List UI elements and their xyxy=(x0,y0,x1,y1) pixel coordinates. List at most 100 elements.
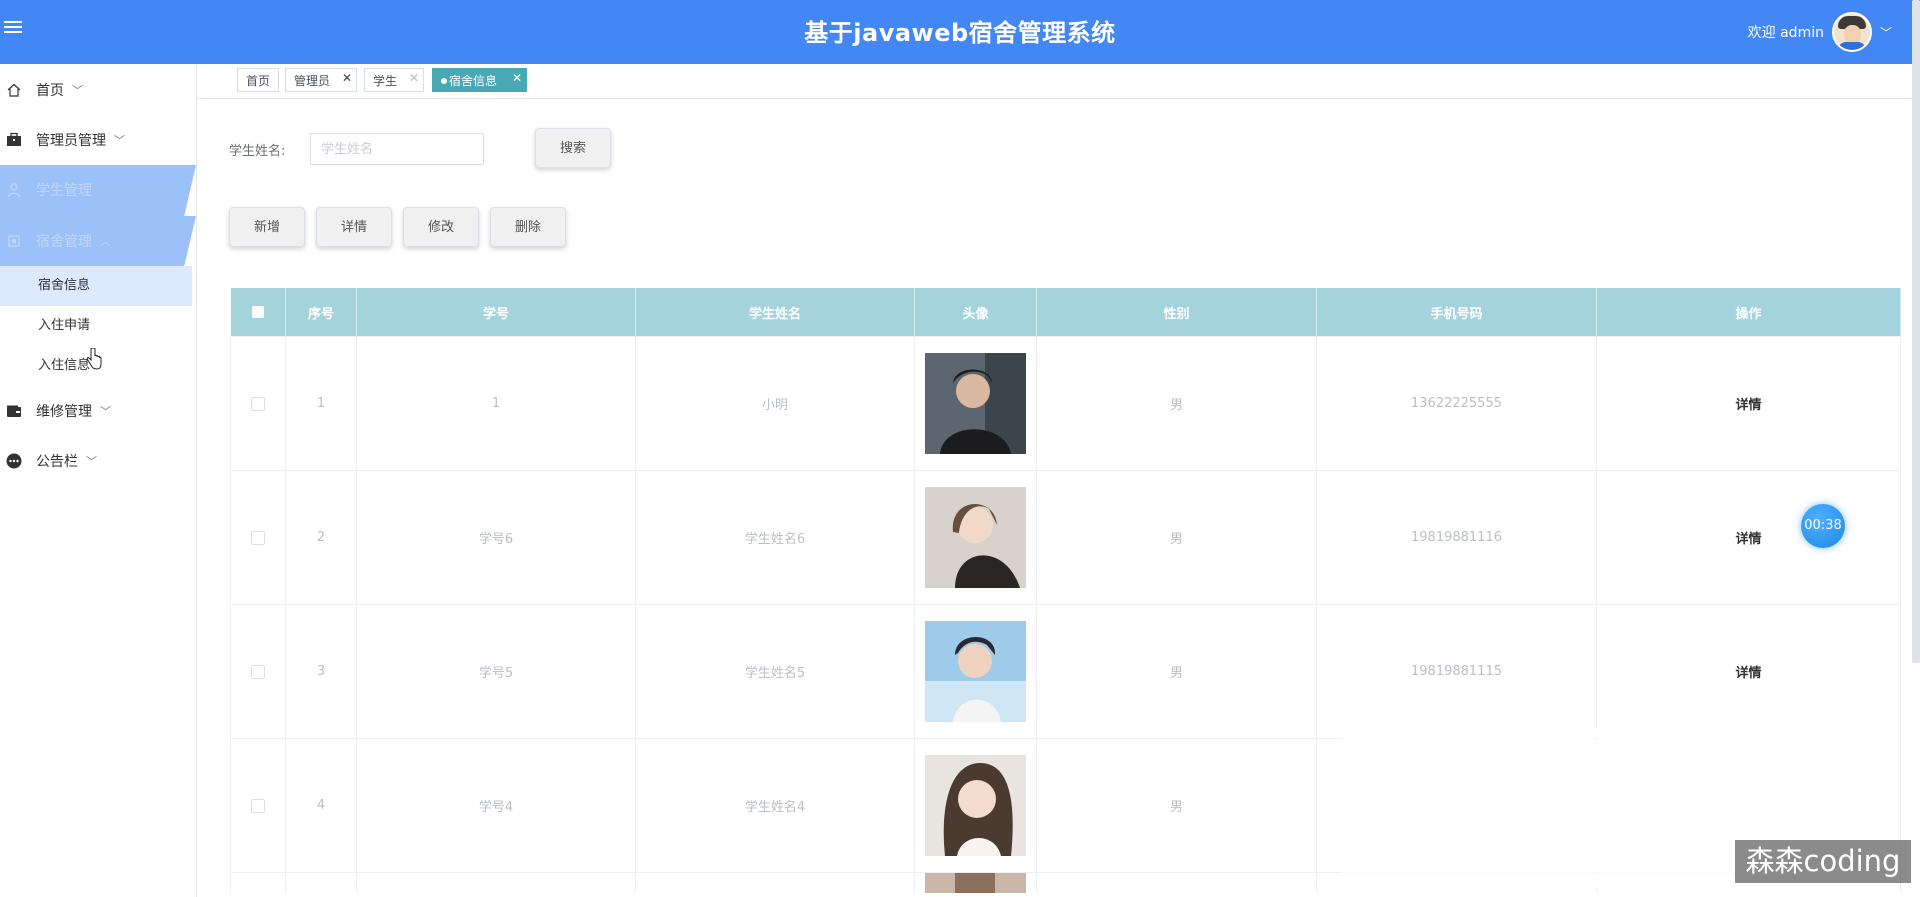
column-header-student-no[interactable]: 学号 xyxy=(356,288,636,337)
add-button[interactable]: 新增 xyxy=(229,207,305,247)
tab-admin[interactable]: 管理员 ✕ xyxy=(285,68,357,92)
cell-student-no: 1 xyxy=(356,336,636,471)
sidebar-item-label: 宿舍管理 xyxy=(36,234,92,250)
table-row: 2 学号6 学生姓名6 男 19819881116 详情 xyxy=(230,470,1901,605)
chevron-down-icon: ﹀ xyxy=(72,84,83,97)
cell-gender: 男 xyxy=(1036,336,1317,471)
wallet-icon xyxy=(6,403,22,419)
close-icon[interactable]: ✕ xyxy=(342,66,352,90)
more-icon xyxy=(6,453,22,469)
cell-name: 小明 xyxy=(635,336,915,471)
column-header-actions[interactable]: 操作 xyxy=(1596,288,1901,337)
cell-student-no: 学号6 xyxy=(356,470,636,605)
detail-button[interactable]: 详情 xyxy=(316,207,392,247)
submenu-item-checkin-apply[interactable]: 入住申请 xyxy=(0,306,192,346)
user-menu[interactable]: 欢迎 admin ﹀ xyxy=(1748,8,1892,56)
sidebar-item-admin[interactable]: 管理员管理 ﹀ xyxy=(0,115,196,165)
cell-name: 学生姓名6 xyxy=(635,470,915,605)
sidebar-item-label: 首页 xyxy=(36,83,64,99)
sidebar-item-notice[interactable]: 公告栏 ﹀ xyxy=(0,436,196,486)
watermark: 森森coding xyxy=(1735,840,1911,883)
row-checkbox[interactable] xyxy=(251,396,265,411)
row-checkbox[interactable] xyxy=(251,530,265,545)
tags-view: 首页 管理员 ✕ 学生 ✕ 宿舍信息 ✕ xyxy=(197,64,1912,99)
edit-button[interactable]: 修改 xyxy=(403,207,479,247)
cell-avatar xyxy=(914,604,1037,739)
student-photo[interactable] xyxy=(925,621,1026,722)
sidebar-item-dorm[interactable]: 宿舍管理 ︿ xyxy=(0,216,196,266)
hand-pointer-icon xyxy=(86,348,102,370)
row-detail-link[interactable]: 详情 xyxy=(1735,398,1761,413)
sidebar-item-students[interactable]: 学生管理 xyxy=(0,165,196,215)
chevron-up-icon: ︿ xyxy=(100,235,111,248)
page-scrollbar[interactable] xyxy=(1912,0,1920,663)
cell-phone: 13622225555 xyxy=(1316,336,1597,471)
sidebar-item-home[interactable]: 首页 ﹀ xyxy=(0,65,196,115)
tab-label: 管理员 xyxy=(294,74,331,88)
tab-label: 宿舍信息 xyxy=(449,74,498,88)
cell-index: 4 xyxy=(285,738,357,873)
close-icon[interactable]: ✕ xyxy=(512,66,522,90)
tab-label: 学生 xyxy=(373,74,398,88)
select-all-checkbox[interactable] xyxy=(230,288,286,337)
home-icon xyxy=(6,82,22,98)
student-photo[interactable] xyxy=(925,353,1026,454)
cell-avatar xyxy=(914,738,1037,873)
submenu-item-dorm-info[interactable]: 宿舍信息 xyxy=(0,266,192,306)
cell-index: 1 xyxy=(285,336,357,471)
active-dot-icon xyxy=(441,78,447,84)
cell-phone: 19819881116 xyxy=(1316,470,1597,605)
table-row: 1 1 小明 男 13622225555 详情 xyxy=(230,336,1901,471)
chevron-down-icon: ﹀ xyxy=(86,455,97,468)
sidebar-item-label: 维修管理 xyxy=(36,404,92,420)
chevron-down-icon: ﹀ xyxy=(114,134,125,147)
cell-name: 学生姓名5 xyxy=(635,604,915,739)
table-header-row: 序号 学号 学生姓名 头像 性别 手机号码 操作 xyxy=(230,288,1901,337)
cell-gender: 男 xyxy=(1036,604,1317,739)
row-checkbox[interactable] xyxy=(251,664,265,679)
row-checkbox[interactable] xyxy=(251,798,265,813)
delete-button[interactable]: 删除 xyxy=(490,207,566,247)
tab-students[interactable]: 学生 ✕ xyxy=(364,68,424,92)
student-photo[interactable] xyxy=(925,487,1026,588)
cell-gender: 男 xyxy=(1036,738,1317,873)
column-header-index[interactable]: 序号 xyxy=(285,288,357,337)
sidebar-item-label: 管理员管理 xyxy=(36,133,106,149)
chip-icon xyxy=(6,233,22,249)
tab-label: 首页 xyxy=(246,74,271,88)
student-photo[interactable] xyxy=(925,873,1026,893)
welcome-text: 欢迎 admin xyxy=(1747,25,1824,41)
sidebar-item-repair[interactable]: 维修管理 ﹀ xyxy=(0,386,196,436)
column-header-gender[interactable]: 性别 xyxy=(1036,288,1317,337)
timer-badge: 00:38 xyxy=(1801,504,1845,548)
student-name-search-input[interactable] xyxy=(310,133,484,165)
column-header-name[interactable]: 学生姓名 xyxy=(635,288,915,337)
student-photo[interactable] xyxy=(925,755,1026,856)
cell-index: 3 xyxy=(285,604,357,739)
sidebar-item-label: 公告栏 xyxy=(36,454,78,470)
row-detail-link[interactable]: 详情 xyxy=(1735,532,1761,547)
search-label: 学生姓名: xyxy=(229,144,286,159)
cell-avatar xyxy=(914,872,1037,893)
cell-gender: 男 xyxy=(1036,470,1317,605)
top-header: 基于javaweb宿舍管理系统 欢迎 admin ﹀ xyxy=(0,0,1920,663)
sidebar: 首页 ﹀ 管理员管理 ﹀ 学生管理 宿舍管理 ︿ 宿舍信息 入住申请 入住信息 … xyxy=(0,64,197,897)
cell-student-no: 学号4 xyxy=(356,738,636,873)
chevron-down-icon[interactable]: ﹀ xyxy=(1880,24,1892,41)
tab-home[interactable]: 首页 xyxy=(237,68,279,92)
column-header-avatar[interactable]: 头像 xyxy=(914,288,1037,337)
app-title: 基于javaweb宿舍管理系统 xyxy=(804,19,1116,47)
cell-avatar xyxy=(914,336,1037,471)
table-row: 3 学号5 学生姓名5 男 19819881115 详情 xyxy=(230,604,1901,739)
column-header-phone[interactable]: 手机号码 xyxy=(1316,288,1597,337)
briefcase-icon xyxy=(6,132,22,148)
sidebar-item-label: 学生管理 xyxy=(36,183,92,199)
row-detail-link[interactable]: 详情 xyxy=(1735,666,1761,681)
user-avatar[interactable] xyxy=(1831,12,1872,52)
cell-phone: 19819881115 xyxy=(1316,604,1597,739)
close-icon[interactable]: ✕ xyxy=(409,66,419,90)
cell-avatar xyxy=(914,470,1037,605)
user-icon xyxy=(6,182,22,198)
tab-dorm-info[interactable]: 宿舍信息 ✕ xyxy=(432,68,527,92)
search-button[interactable]: 搜索 xyxy=(535,128,611,168)
